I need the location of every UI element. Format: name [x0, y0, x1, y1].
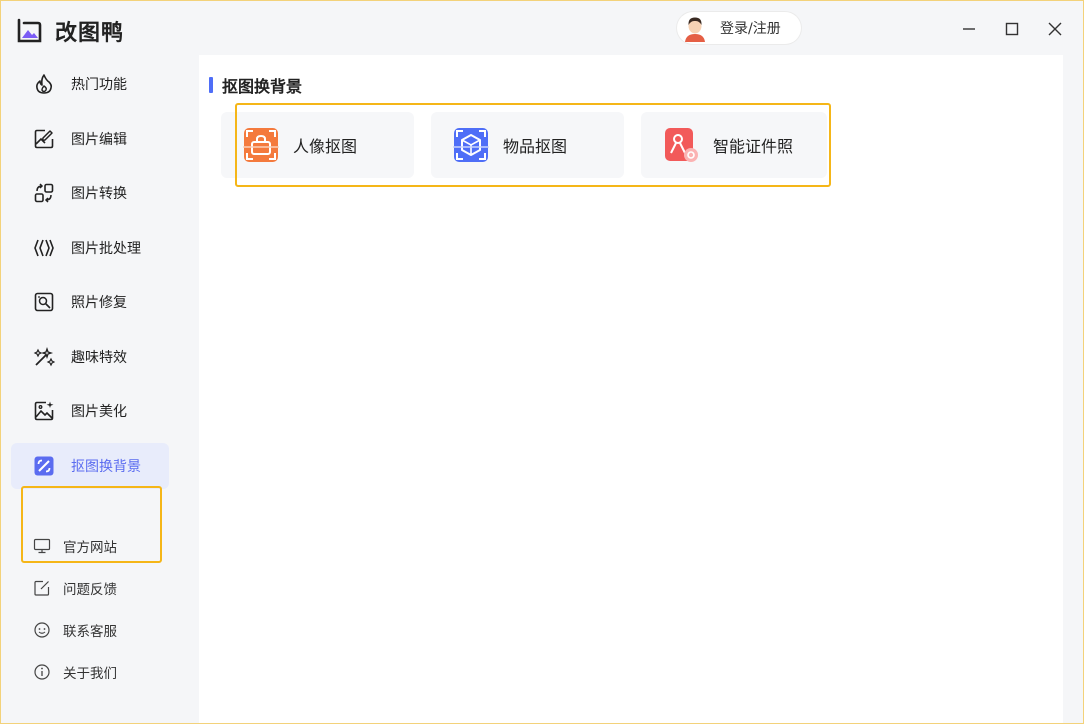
customer-service-icon [33, 621, 51, 639]
cutout-icon [31, 453, 57, 479]
sidebar-item-label: 趣味特效 [71, 349, 127, 366]
sidebar: 热门功能 图片编辑 图片转换 图片批处理 照片修复 趣味特效 图片美化 抠图换背… [1, 55, 179, 723]
section-header: 抠图换背景 [209, 73, 302, 97]
flame-icon [31, 71, 57, 97]
sidebar-item-label: 热门功能 [71, 77, 127, 93]
sub-item-label: 官方网站 [63, 540, 117, 556]
magic-wand-icon [31, 344, 57, 370]
customer-service-link[interactable]: 联系客服 [33, 609, 173, 651]
sidebar-item-image-edit[interactable]: 图片编辑 [11, 116, 169, 162]
object-cutout-icon [453, 128, 489, 162]
convert-icon [31, 180, 57, 206]
sidebar-secondary-links: 官方网站 问题反馈 联系客服 关于我们 [33, 525, 173, 693]
feedback-icon [33, 579, 51, 597]
sub-item-label: 联系客服 [63, 624, 117, 640]
close-button[interactable] [1041, 15, 1069, 43]
sidebar-item-image-convert[interactable]: 图片转换 [11, 170, 169, 216]
sidebar-item-label: 图片编辑 [71, 131, 127, 148]
card-label: 智能证件照 [713, 137, 794, 156]
sidebar-item-fun-effects[interactable]: 趣味特效 [11, 334, 169, 380]
sidebar-item-label: 图片转换 [71, 186, 127, 202]
avatar [680, 13, 710, 43]
title-bar: 改图鸭 登录/注册 [1, 1, 1083, 55]
sub-item-label: 问题反馈 [63, 582, 117, 598]
about-us-link[interactable]: 关于我们 [33, 651, 173, 693]
feedback-link[interactable]: 问题反馈 [33, 567, 173, 609]
sidebar-item-image-beautify[interactable]: 图片美化 [11, 388, 169, 434]
info-icon [33, 663, 51, 681]
sidebar-item-label: 图片美化 [71, 404, 127, 420]
id-photo-icon [665, 128, 698, 162]
login-label: 登录/注册 [720, 21, 781, 37]
object-cutout-card[interactable]: 物品抠图 [431, 112, 624, 178]
sidebar-item-photo-repair[interactable]: 照片修复 [11, 279, 169, 325]
batch-icon [31, 235, 57, 261]
maximize-button[interactable] [998, 15, 1026, 43]
image-beautify-icon [31, 398, 57, 424]
sidebar-item-hot-features[interactable]: 热门功能 [11, 61, 169, 107]
portrait-cutout-icon [243, 128, 279, 162]
sub-item-label: 关于我们 [63, 666, 117, 682]
app-title: 改图鸭 [55, 21, 125, 46]
main-content: 抠图换背景 人像抠图 物品抠图 智能证件照 [199, 55, 1063, 723]
sidebar-item-cutout-background[interactable]: 抠图换背景 [11, 442, 169, 489]
photo-repair-icon [31, 289, 57, 315]
id-photo-card[interactable]: 智能证件照 [641, 112, 827, 178]
sidebar-item-label: 照片修复 [71, 295, 127, 311]
maximize-icon [1005, 22, 1019, 36]
sidebar-item-batch[interactable]: 图片批处理 [11, 225, 169, 271]
minimize-icon [963, 28, 975, 30]
sidebar-item-label: 抠图换背景 [71, 458, 141, 475]
sidebar-item-label: 图片批处理 [71, 240, 141, 257]
card-label: 物品抠图 [503, 137, 568, 156]
close-icon [1048, 22, 1062, 36]
section-title: 抠图换背景 [222, 77, 303, 96]
card-label: 人像抠图 [293, 137, 358, 156]
minimize-button[interactable] [955, 15, 983, 43]
image-edit-icon [31, 126, 57, 152]
section-bar [209, 77, 213, 93]
app-logo: 改图鸭 [15, 15, 124, 47]
login-register-button[interactable]: 登录/注册 [677, 12, 801, 44]
app-window: 改图鸭 登录/注册 热门功能 图片编辑 图片转换 图片批处理 照片修复 趣味特效… [0, 0, 1084, 724]
official-website-link[interactable]: 官方网站 [33, 525, 173, 567]
portrait-cutout-card[interactable]: 人像抠图 [221, 112, 414, 178]
sidebar-nav: 热门功能 图片编辑 图片转换 图片批处理 照片修复 趣味特效 图片美化 抠图换背… [11, 61, 169, 497]
app-logo-icon [17, 18, 42, 43]
monitor-icon [33, 537, 51, 555]
